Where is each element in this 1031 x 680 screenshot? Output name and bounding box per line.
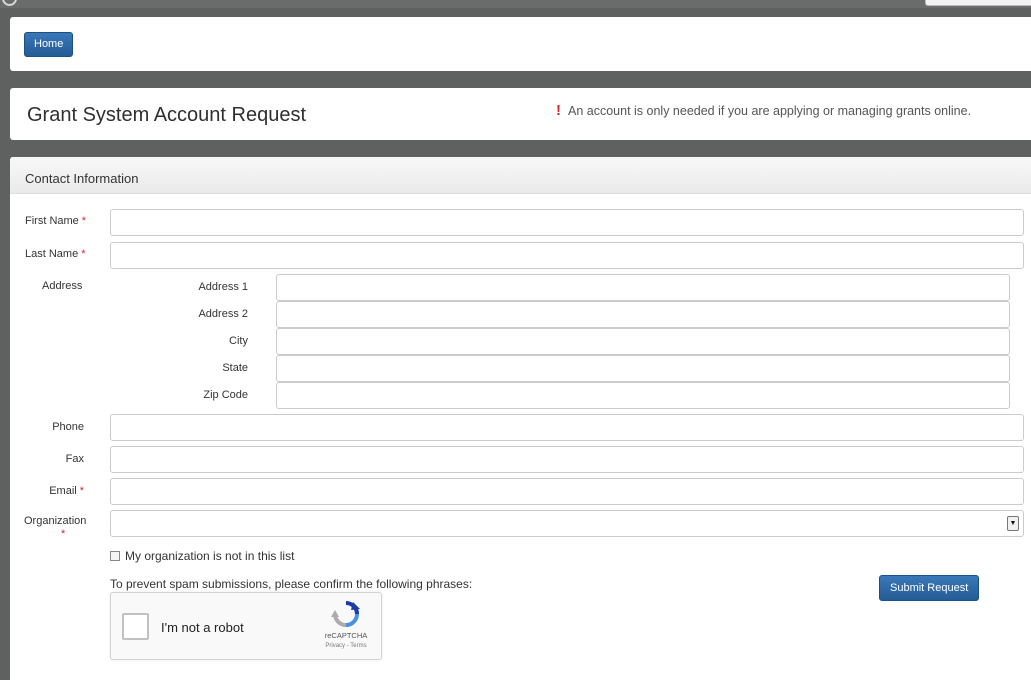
account-notice-text: An account is only needed if you are app…	[568, 104, 972, 118]
required-mark-star: *	[61, 528, 66, 540]
recaptcha-checkbox[interactable]	[122, 613, 149, 640]
zip-code-input[interactable]	[276, 382, 1010, 409]
title-panel: Grant System Account Request ! An account…	[10, 88, 1031, 140]
last-name-label: Last Name *	[25, 248, 85, 260]
email-label: Email *	[20, 485, 84, 497]
required-mark: *	[79, 485, 84, 497]
org-not-listed-row[interactable]: My organization is not in this list	[110, 549, 294, 563]
phone-label: Phone	[52, 421, 84, 433]
organization-label: Organization	[24, 515, 87, 527]
state-label: State	[222, 362, 248, 374]
organization-select[interactable]: ▼	[110, 510, 1024, 537]
required-mark: *	[81, 215, 87, 227]
address2-label: Address 2	[198, 308, 248, 320]
recaptcha-brand: reCAPTCHA	[324, 631, 368, 640]
last-name-label-text: Last Name	[25, 248, 79, 260]
recaptcha-links[interactable]: Privacy - Terms	[311, 643, 381, 649]
recaptcha-logo-icon	[331, 601, 360, 627]
spam-note: To prevent spam submissions, please conf…	[110, 577, 473, 591]
fax-input[interactable]	[110, 446, 1024, 473]
recaptcha-label: I'm not a robot	[161, 620, 244, 635]
org-not-listed-checkbox[interactable]	[110, 551, 120, 561]
first-name-label: First Name *	[25, 215, 86, 227]
top-right-widget[interactable]	[925, 0, 1031, 6]
page-title: Grant System Account Request	[27, 104, 307, 126]
required-mark: *	[81, 248, 86, 260]
home-button[interactable]: Home	[24, 32, 74, 57]
first-name-input[interactable]	[110, 209, 1024, 236]
top-strip	[0, 0, 1031, 8]
last-name-input[interactable]	[110, 242, 1024, 269]
city-input[interactable]	[276, 328, 1010, 355]
state-input[interactable]	[276, 355, 1010, 382]
city-label: City	[229, 335, 248, 347]
section-title: Contact Information	[25, 171, 139, 186]
address1-input[interactable]	[276, 274, 1010, 301]
address2-input[interactable]	[276, 301, 1010, 328]
org-not-listed-label: My organization is not in this list	[125, 549, 295, 563]
email-label-text: Email	[49, 485, 77, 497]
dropdown-arrow-icon[interactable]: ▼	[1007, 516, 1019, 531]
fax-label: Fax	[65, 453, 84, 465]
nav-panel: Home	[10, 17, 1031, 71]
address-label: Address	[42, 280, 83, 292]
recaptcha-widget: I'm not a robot reCAPTCHA Privacy - Term…	[110, 592, 382, 660]
zip-code-label: Zip Code	[203, 389, 248, 401]
first-name-label-text: First Name	[25, 215, 79, 227]
phone-input[interactable]	[110, 414, 1024, 441]
address1-label: Address 1	[198, 281, 248, 293]
section-header: Contact Information	[10, 157, 1031, 194]
email-input[interactable]	[110, 478, 1024, 505]
submit-request-button[interactable]: Submit Request	[879, 575, 980, 601]
account-notice: ! An account is only needed if you are ap…	[556, 102, 971, 119]
exclamation-icon: !	[556, 102, 561, 119]
required-mark: *	[61, 528, 65, 540]
